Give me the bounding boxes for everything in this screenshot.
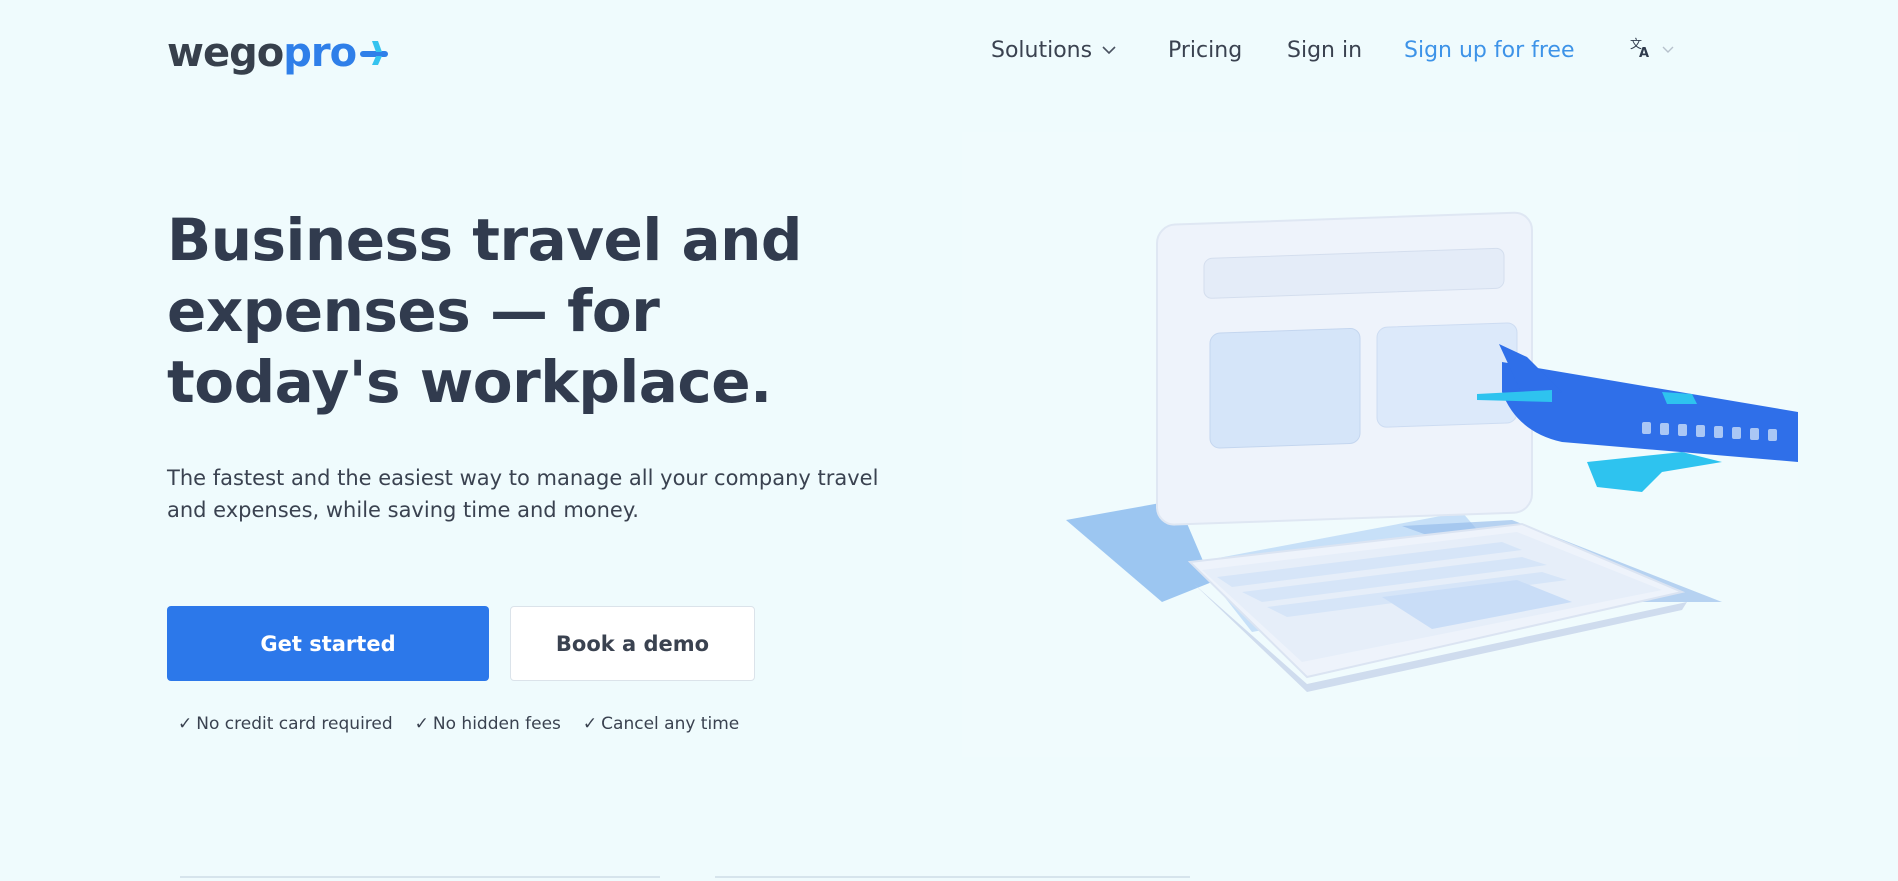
- check-icon: ✓: [414, 714, 429, 734]
- nav-sign-in[interactable]: Sign in: [1287, 30, 1362, 70]
- site-header: wego pro Solutions Pricing Sign in Sign …: [0, 0, 1898, 100]
- get-started-button[interactable]: Get started: [167, 606, 489, 681]
- plane-icon: [358, 38, 392, 68]
- section-divider: [715, 876, 1190, 878]
- perk-item: ✓ No hidden fees: [415, 714, 561, 734]
- logo-wego: wego: [167, 30, 284, 76]
- hero-subtitle: The fastest and the easiest way to manag…: [167, 466, 879, 522]
- book-demo-button[interactable]: Book a demo: [510, 606, 755, 681]
- perks-list: ✓ No credit card required ✓ No hidden fe…: [178, 712, 761, 736]
- chevron-down-icon: [1102, 45, 1116, 55]
- language-selector[interactable]: 文 A: [1630, 30, 1674, 70]
- section-divider: [180, 876, 660, 878]
- wegopro-logo[interactable]: wego pro: [167, 28, 392, 78]
- svg-text:A: A: [1639, 46, 1649, 58]
- nav-sign-up[interactable]: Sign up for free: [1404, 30, 1575, 70]
- perk-label: Cancel any time: [601, 714, 740, 734]
- nav-solutions-label: Solutions: [991, 37, 1093, 63]
- translate-icon: 文 A: [1630, 36, 1652, 64]
- perk-item: ✓ No credit card required: [178, 714, 393, 734]
- perk-label: No credit card required: [196, 714, 393, 734]
- hero-title: Business travel and expenses — for today…: [167, 206, 802, 416]
- perk-label: No hidden fees: [432, 714, 561, 734]
- hero-illustration: [962, 132, 1798, 757]
- nav-solutions[interactable]: Solutions: [991, 30, 1116, 70]
- nav-pricing[interactable]: Pricing: [1168, 30, 1242, 70]
- logo-pro: pro: [283, 30, 357, 76]
- check-icon: ✓: [582, 714, 598, 734]
- check-icon: ✓: [178, 714, 193, 734]
- chevron-down-icon: [1662, 46, 1674, 54]
- laptop-airplane-illustration: [1066, 211, 1798, 692]
- perk-item: ✓ Cancel any time: [583, 714, 739, 734]
